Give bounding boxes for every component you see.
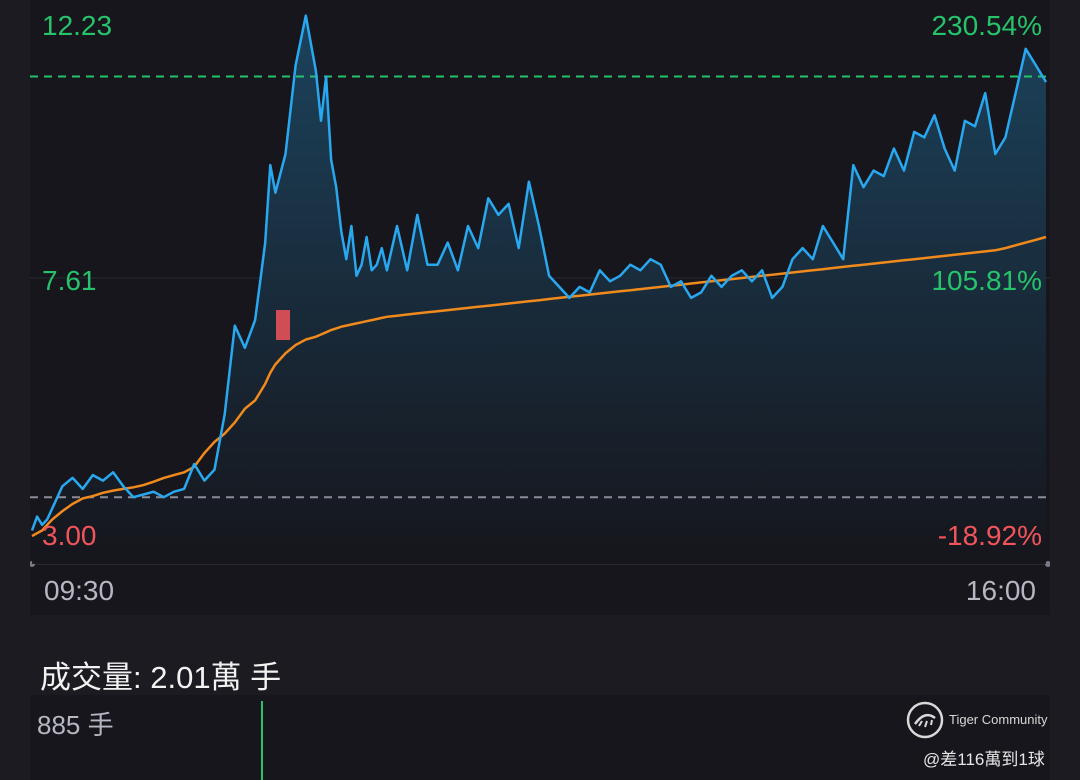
pct-axis-max-label: 230.54% xyxy=(931,10,1042,41)
intraday-chart-panel[interactable]: 12.23 7.61 3.00 230.54% 105.81% -18.92% … xyxy=(30,0,1050,615)
y-axis-mid-label: 7.61 xyxy=(42,265,97,296)
x-axis-start-label: 09:30 xyxy=(44,575,115,606)
volume-max-label: 885 手 xyxy=(37,710,114,740)
volume-chart-panel[interactable]: 885 手 xyxy=(30,695,1050,780)
watermark-brand: Tiger Community xyxy=(949,712,1048,727)
y-axis-min-label: 3.00 xyxy=(42,520,97,551)
price-area xyxy=(32,15,1046,565)
volume-bar xyxy=(261,701,263,780)
intraday-chart[interactable] xyxy=(30,0,1050,615)
watermark-user: @差116萬到1球 xyxy=(923,750,1045,769)
volume-title: 成交量: 2.01萬 手 xyxy=(40,660,282,695)
pct-axis-mid-label: 105.81% xyxy=(931,265,1042,296)
tiger-logo-icon xyxy=(906,701,944,739)
halt-marker xyxy=(276,310,290,340)
watermark: Tiger Community @差116萬到1球 xyxy=(905,700,1075,780)
pct-axis-min-label: -18.92% xyxy=(937,520,1042,551)
y-axis-max-label: 12.23 xyxy=(42,10,113,41)
x-axis-end-label: 16:00 xyxy=(965,575,1036,606)
